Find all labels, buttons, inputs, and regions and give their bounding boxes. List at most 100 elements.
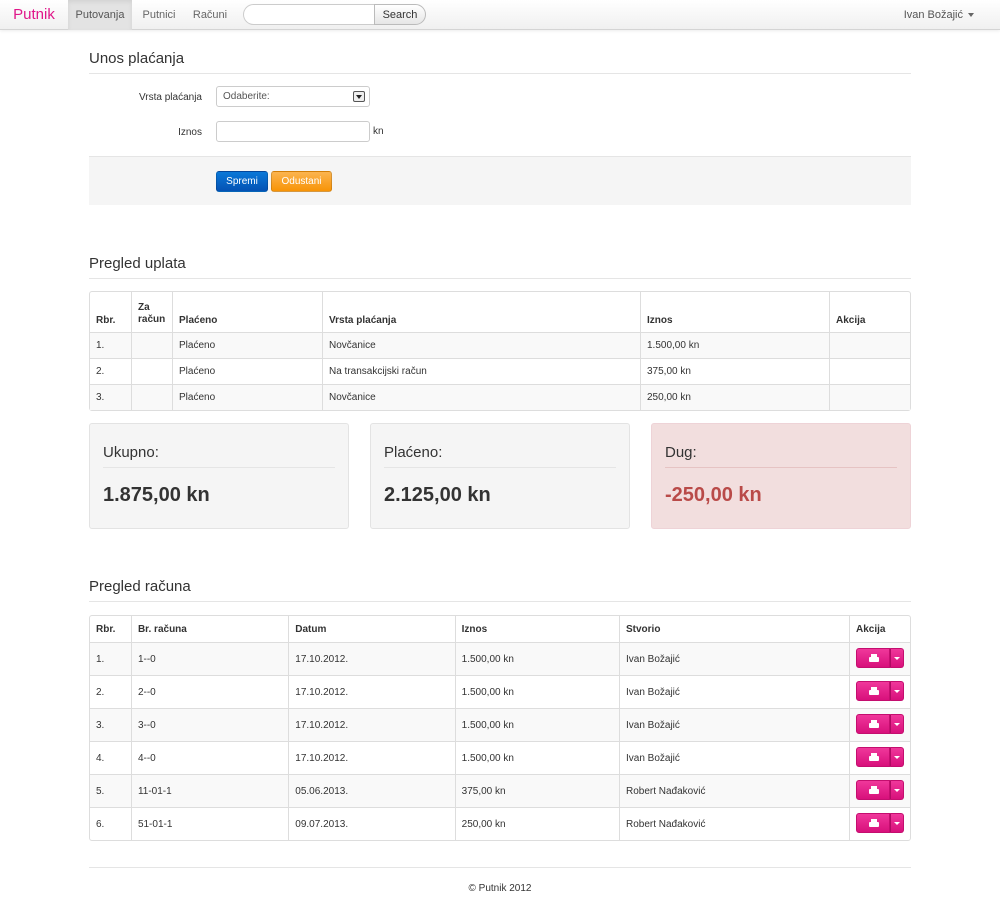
summary-paid-value: 2.125,00 kn: [384, 484, 491, 506]
col-header: Stvorio: [618, 616, 849, 642]
cell-rbr: 2.: [90, 675, 131, 708]
print-button[interactable]: [856, 746, 890, 767]
cell-placeno: Plaćeno: [172, 358, 322, 384]
cell-akcija: [849, 708, 910, 741]
col-header: Datum: [288, 616, 454, 642]
nav-item-racuni[interactable]: Računi: [186, 0, 234, 30]
cell-broj: 4--0: [130, 741, 289, 774]
payments-title: Pregled uplata: [89, 255, 911, 279]
cell-rbr: 3.: [90, 384, 131, 410]
invoices-title: Pregled računa: [89, 578, 911, 602]
cell-rbr: 2.: [90, 358, 131, 384]
nav-item-putnici[interactable]: Putnici: [136, 0, 182, 30]
print-button-group: [856, 779, 904, 800]
print-button[interactable]: [856, 713, 890, 734]
chevron-down-icon: [894, 656, 900, 660]
cell-za-racun: [131, 332, 172, 358]
cell-akcija: [829, 384, 910, 410]
cancel-button[interactable]: Odustani: [271, 171, 332, 192]
form-actions: [89, 156, 911, 205]
table-row: 1. Plaćeno Novčanice 1.500,00 kn: [90, 332, 910, 358]
print-dropdown-toggle[interactable]: [890, 680, 904, 701]
print-dropdown-toggle[interactable]: [890, 713, 904, 734]
col-header: Za račun: [131, 292, 172, 332]
user-name: Ivan Božajić: [903, 9, 963, 21]
summary-total: Ukupno: 1.875,00 kn: [89, 423, 349, 529]
col-header: Iznos: [454, 616, 619, 642]
print-button[interactable]: [856, 779, 890, 800]
col-header: Akcija: [829, 292, 910, 332]
search-button[interactable]: Search: [374, 4, 426, 25]
cell-iznos: 375,00 kn: [454, 774, 619, 807]
print-button-group: [856, 713, 904, 734]
user-menu[interactable]: Ivan Božajić: [904, 0, 974, 30]
table-row: 3. 3--0 17.10.2012. 1.500,00 kn Ivan Bož…: [90, 708, 910, 741]
chevron-down-icon: [894, 821, 900, 825]
cell-stvorio: Ivan Božajić: [618, 675, 849, 708]
cell-iznos: 250,00 kn: [454, 807, 619, 840]
col-header: Br. računa: [130, 616, 288, 642]
cell-iznos: 250,00 kn: [640, 384, 829, 410]
cell-stvorio: Ivan Božajić: [618, 741, 849, 774]
form-title: Unos plaćanja: [89, 50, 911, 74]
cell-iznos: 1.500,00 kn: [454, 642, 619, 675]
cell-rbr: 5.: [90, 774, 131, 807]
navbar: Putnik Putovanja Putnici Računi Search I…: [0, 0, 1000, 30]
cell-placeno: Plaćeno: [172, 384, 322, 410]
chevron-down-icon: [353, 91, 365, 102]
summary-debt: Dug: -250,00 kn: [651, 423, 911, 529]
footer-text: © Putnik 2012: [468, 883, 532, 894]
cell-iznos: 1.500,00 kn: [454, 741, 619, 774]
col-header: Plaćeno: [172, 292, 322, 332]
print-dropdown-toggle[interactable]: [890, 812, 904, 833]
col-header: Iznos: [640, 292, 829, 332]
cell-broj: 2--0: [130, 675, 289, 708]
print-button[interactable]: [856, 647, 890, 668]
printer-icon: [869, 818, 879, 827]
print-button-group: [856, 680, 904, 701]
cell-akcija: [829, 332, 910, 358]
cell-stvorio: Ivan Božajić: [618, 642, 849, 675]
cell-za-racun: [131, 384, 172, 410]
table-row: 5. 11-01-1 05.06.2013. 375,00 kn Robert …: [90, 774, 910, 807]
footer: © Putnik 2012: [89, 867, 911, 894]
printer-icon: [869, 686, 879, 695]
table-row: 2. Plaćeno Na transakcijski račun 375,00…: [90, 358, 910, 384]
print-button-group: [856, 746, 904, 767]
print-dropdown-toggle[interactable]: [890, 746, 904, 767]
col-header: Akcija: [849, 616, 910, 642]
search-input[interactable]: [243, 4, 374, 25]
cell-stvorio: Ivan Božajić: [618, 708, 849, 741]
summary-total-label: Ukupno:: [103, 444, 335, 468]
save-button[interactable]: Spremi: [216, 171, 268, 192]
cell-vrsta: Novčanice: [322, 332, 640, 358]
cell-placeno: Plaćeno: [172, 332, 322, 358]
invoices-table: Rbr. Br. računa Datum Iznos Stvorio Akci…: [89, 615, 911, 841]
table-row: 3. Plaćeno Novčanice 250,00 kn: [90, 384, 910, 410]
cell-broj: 3--0: [130, 708, 289, 741]
printer-icon: [869, 719, 879, 728]
payment-type-label: Vrsta plaćanja: [139, 92, 202, 103]
nav-item-putovanja[interactable]: Putovanja: [68, 0, 132, 30]
payment-type-value: Odaberite:: [223, 91, 270, 102]
cell-datum: 17.10.2012.: [288, 675, 455, 708]
amount-input[interactable]: [216, 121, 370, 142]
payment-type-select[interactable]: Odaberite:: [216, 86, 370, 107]
print-button[interactable]: [856, 680, 890, 701]
print-dropdown-toggle[interactable]: [890, 779, 904, 800]
cell-iznos: 375,00 kn: [640, 358, 829, 384]
cell-akcija: [849, 807, 910, 840]
col-header: Rbr.: [96, 623, 116, 635]
print-button[interactable]: [856, 812, 890, 833]
table-row: 1. 1--0 17.10.2012. 1.500,00 kn Ivan Bož…: [90, 642, 910, 675]
amount-label: Iznos: [178, 127, 202, 138]
cell-iznos: 1.500,00 kn: [454, 675, 619, 708]
table-header-row: Rbr. Za račun Plaćeno Vrsta plaćanja Izn…: [90, 292, 910, 332]
brand-logo[interactable]: Putnik: [0, 0, 68, 30]
summary-paid-label: Plaćeno:: [384, 444, 616, 468]
col-header: Rbr.: [96, 315, 116, 326]
cell-stvorio: Robert Nađaković: [618, 774, 849, 807]
table-header-row: Rbr. Br. računa Datum Iznos Stvorio Akci…: [90, 616, 910, 642]
print-dropdown-toggle[interactable]: [890, 647, 904, 668]
summary-debt-value: -250,00 kn: [665, 484, 762, 506]
